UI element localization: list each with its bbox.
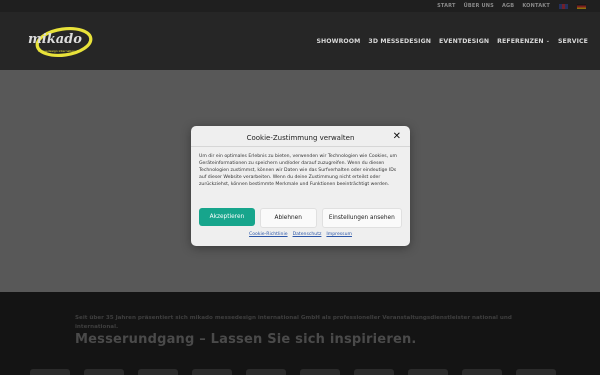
accept-button[interactable]: Akzeptieren [199, 208, 255, 226]
cookie-policy-link[interactable]: Cookie-Richtlinie [249, 232, 288, 237]
german-flag-icon[interactable] [577, 3, 586, 9]
imprint-link[interactable]: Impressum [326, 232, 352, 237]
gallery-thumbnail[interactable] [462, 369, 502, 375]
topbar-link-start[interactable]: START [437, 3, 456, 9]
close-icon[interactable]: ✕ [393, 132, 401, 142]
nav-item-label: 3D MESSEDESIGN [368, 38, 432, 45]
gallery-strip [0, 369, 600, 375]
chevron-down-icon: ⌄ [545, 38, 550, 44]
gallery-thumbnail[interactable] [84, 369, 124, 375]
view-settings-button[interactable]: Einstellungen ansehen [321, 208, 402, 228]
cookie-consent-dialog: Cookie-Zustimmung verwalten ✕ Um dir ein… [191, 126, 410, 246]
intro-section: Seit über 35 Jahren präsentiert sich mik… [0, 292, 600, 375]
nav-item-label: SERVICE [557, 38, 588, 45]
nav-item-service[interactable]: SERVICE [558, 38, 588, 45]
nav-item-label: SHOWROOM [316, 38, 361, 45]
nav-item-eventdesign[interactable]: EVENTDESIGN [439, 38, 489, 45]
gallery-thumbnail[interactable] [192, 369, 232, 375]
top-utility-bar: START ÜBER UNS AGB KONTAKT [0, 0, 600, 12]
site-header: mikado messedesign international SHOWROO… [0, 12, 600, 70]
reject-button[interactable]: Ablehnen [259, 208, 317, 228]
main-navigation: SHOWROOM 3D MESSEDESIGN EVENTDESIGN REFE… [316, 38, 588, 45]
dialog-divider [191, 146, 410, 147]
topbar-link-ueber-uns[interactable]: ÜBER UNS [464, 3, 494, 9]
dialog-button-row: Akzeptieren Ablehnen Einstellungen anseh… [199, 208, 402, 228]
section-headline: Messerundgang – Lassen Sie sich inspirie… [75, 332, 417, 347]
gallery-thumbnail[interactable] [408, 369, 448, 375]
intro-text: Seit über 35 Jahren präsentiert sich mik… [75, 315, 512, 330]
gallery-thumbnail[interactable] [516, 369, 556, 375]
nav-item-showroom[interactable]: SHOWROOM [316, 38, 360, 45]
nav-item-label: EVENTDESIGN [439, 38, 490, 45]
nav-item-3d-messedesign[interactable]: 3D MESSEDESIGN [368, 38, 431, 45]
nav-item-referenzen[interactable]: REFERENZEN ⌄ [497, 38, 550, 45]
dialog-links: Cookie-Richtlinie Datenschutz Impressum [191, 232, 410, 237]
gallery-thumbnail[interactable] [30, 369, 70, 375]
english-flag-icon[interactable] [559, 3, 568, 9]
topbar-link-kontakt[interactable]: KONTAKT [522, 3, 550, 9]
gallery-thumbnail[interactable] [138, 369, 178, 375]
gallery-thumbnail[interactable] [246, 369, 286, 375]
gallery-thumbnail[interactable] [354, 369, 394, 375]
logo-brand-text: mikado [28, 32, 82, 47]
gallery-thumbnail[interactable] [300, 369, 340, 375]
logo-tagline-text: messedesign international [38, 49, 78, 53]
dialog-title: Cookie-Zustimmung verwalten [246, 134, 355, 142]
topbar-link-agb[interactable]: AGB [502, 3, 514, 9]
privacy-link[interactable]: Datenschutz [293, 232, 322, 237]
mikado-logo[interactable]: mikado messedesign international [24, 22, 96, 62]
nav-item-label: REFERENZEN [497, 38, 544, 45]
dialog-body-text: Um dir ein optimales Erlebnis zu bieten,… [199, 154, 397, 187]
